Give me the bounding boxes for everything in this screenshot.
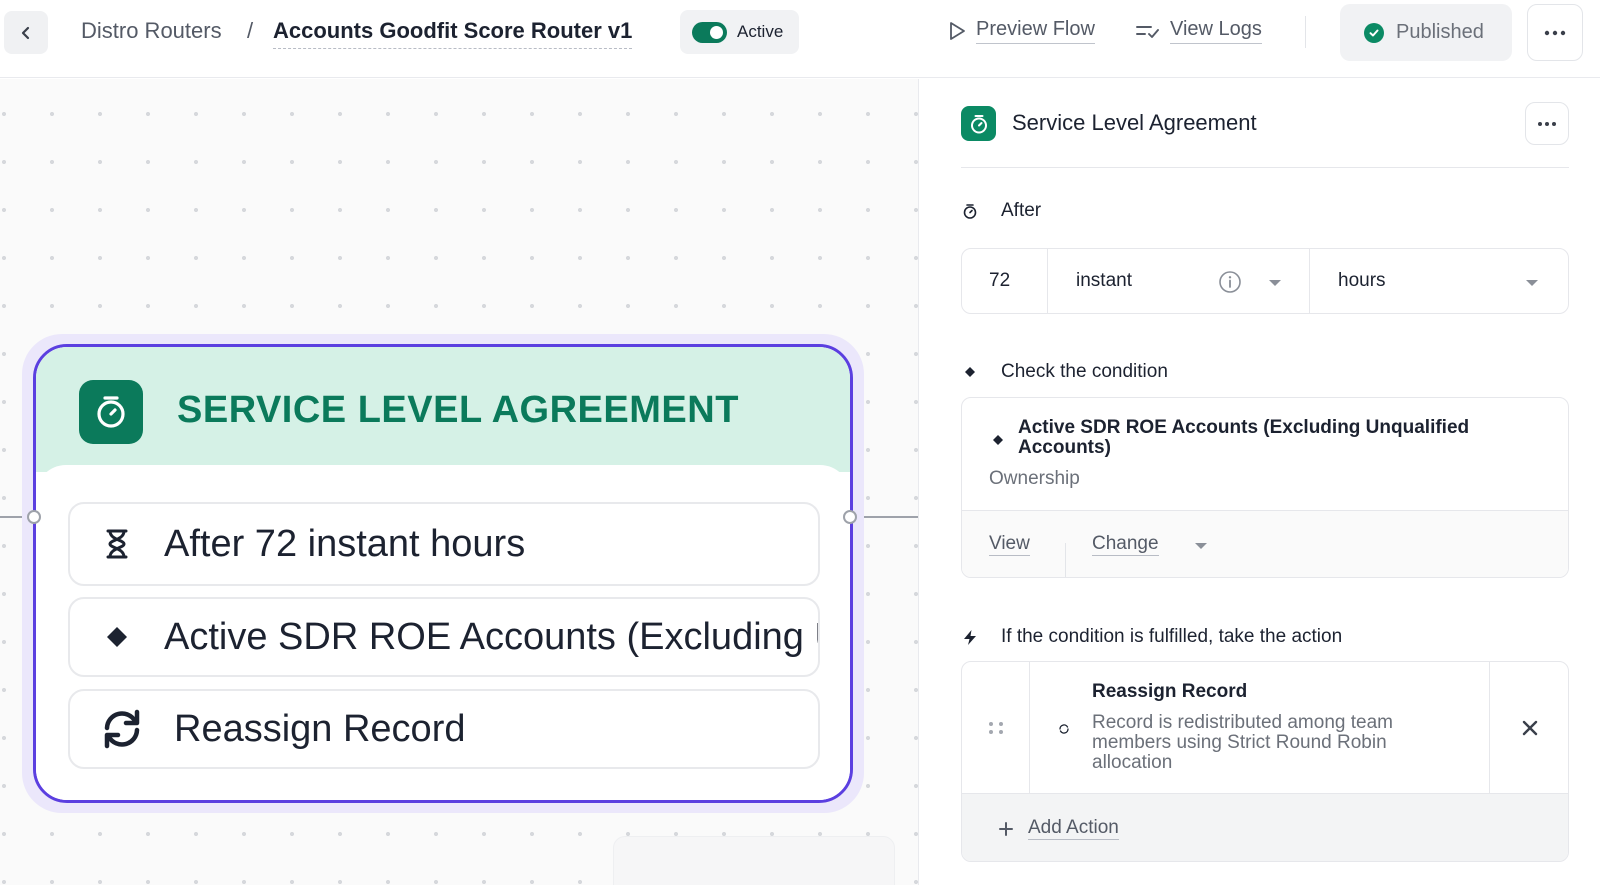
change-condition-button[interactable]: Change — [1092, 533, 1159, 556]
active-toggle[interactable]: Active — [680, 10, 799, 54]
node-header: SERVICE LEVEL AGREEMENT — [36, 347, 850, 472]
action-label: If the condition is fulfilled, take the … — [1001, 626, 1343, 647]
stopwatch-icon — [961, 106, 996, 141]
diamond-icon — [961, 366, 979, 378]
delay-amount-input[interactable]: 72 — [962, 249, 1048, 313]
node-title: SERVICE LEVEL AGREEMENT — [177, 389, 739, 431]
view-condition-button[interactable]: View — [989, 533, 1030, 556]
node-row-delay[interactable]: After 72 instant hours — [68, 502, 820, 586]
preview-flow-button[interactable]: Preview Flow — [948, 18, 1095, 44]
published-button[interactable]: Published — [1340, 4, 1512, 61]
preview-flow-label: Preview Flow — [976, 18, 1095, 44]
panel-divider — [961, 167, 1569, 168]
node-row-text: After 72 instant hours — [164, 522, 526, 565]
condition-label: Check the condition — [1001, 361, 1168, 382]
lightning-icon — [961, 629, 979, 646]
view-logs-button[interactable]: View Logs — [1136, 18, 1262, 44]
more-horizontal-icon — [1538, 121, 1556, 126]
delay-type-value: instant — [1076, 270, 1132, 291]
output-port[interactable] — [843, 510, 857, 524]
close-icon — [1522, 720, 1538, 736]
condition-actions-divider — [1065, 543, 1066, 577]
hourglass-icon — [70, 528, 164, 560]
toolbar-divider — [1305, 16, 1306, 48]
timer-icon — [961, 203, 979, 220]
delay-unit-value: hours — [1338, 270, 1386, 291]
more-options-button[interactable] — [1527, 4, 1583, 61]
refresh-icon — [1059, 724, 1069, 734]
sla-node[interactable]: SERVICE LEVEL AGREEMENT After 72 instant… — [33, 344, 853, 803]
remove-action-button[interactable] — [1490, 662, 1568, 794]
back-button[interactable] — [4, 11, 48, 54]
action-section-label: If the condition is fulfilled, take the … — [961, 626, 1342, 648]
node-row-condition[interactable]: Active SDR ROE Accounts (Excluding Unqua… — [68, 597, 820, 677]
action-card: Reassign Record Record is redistributed … — [961, 661, 1569, 862]
input-port[interactable] — [27, 510, 41, 524]
breadcrumb-parent[interactable]: Distro Routers — [81, 18, 222, 44]
properties-panel: Service Level Agreement After 72 instant… — [918, 79, 1600, 885]
node-row-text: Reassign Record — [174, 707, 466, 750]
diamond-icon — [993, 435, 1003, 445]
panel-more-button[interactable] — [1525, 102, 1569, 145]
list-check-icon — [1136, 26, 1159, 38]
drag-handle-icon[interactable] — [962, 662, 1030, 794]
condition-subtitle: Ownership — [989, 468, 1080, 489]
toggle-switch[interactable] — [692, 21, 727, 43]
breadcrumb-separator: / — [247, 18, 254, 43]
chevron-down-icon[interactable] — [1195, 543, 1207, 549]
play-icon — [950, 22, 965, 40]
check-circle-icon — [1364, 22, 1384, 43]
page-title[interactable]: Accounts Goodfit Score Router v1 — [273, 18, 633, 49]
condition-actions: View Change — [962, 511, 1568, 577]
condition-card: Active SDR ROE Accounts (Excluding Unqua… — [961, 397, 1569, 578]
next-node-card[interactable] — [613, 836, 895, 885]
action-content[interactable]: Reassign Record Record is redistributed … — [1030, 662, 1490, 794]
diamond-icon — [70, 626, 164, 648]
stopwatch-icon — [79, 380, 143, 444]
node-row-action[interactable]: Reassign Record — [68, 689, 820, 769]
node-body: After 72 instant hours Active SDR ROE Ac… — [36, 465, 850, 800]
more-horizontal-icon — [1544, 30, 1566, 35]
condition-name: Active SDR ROE Accounts (Excluding Unqua… — [1018, 417, 1470, 458]
plus-icon — [999, 821, 1013, 836]
delay-input-group: 72 instant hours — [961, 248, 1569, 314]
add-action-label: Add Action — [1028, 817, 1119, 840]
chevron-down-icon — [1526, 280, 1538, 286]
active-label: Active — [737, 22, 784, 41]
top-bar: Distro Routers / Accounts Goodfit Score … — [0, 0, 1600, 78]
add-action-button[interactable]: Add Action — [962, 794, 1568, 861]
refresh-icon — [70, 709, 174, 749]
after-label: After — [1001, 200, 1042, 221]
published-label: Published — [1396, 21, 1484, 43]
condition-details: Active SDR ROE Accounts (Excluding Unqua… — [962, 398, 1568, 511]
info-icon[interactable] — [1218, 270, 1242, 294]
chevron-left-icon — [21, 26, 30, 39]
action-item[interactable]: Reassign Record Record is redistributed … — [962, 662, 1568, 794]
delay-type-select[interactable]: instant — [1048, 249, 1310, 313]
after-section-label: After — [961, 200, 1041, 222]
chevron-down-icon — [1269, 280, 1281, 286]
node-row-text: Active SDR ROE Accounts (Excluding Unqua… — [164, 615, 818, 658]
delay-unit-select[interactable]: hours — [1310, 249, 1568, 313]
view-logs-label: View Logs — [1170, 18, 1262, 44]
panel-title: Service Level Agreement — [1012, 110, 1257, 135]
condition-section-label: Check the condition — [961, 361, 1168, 383]
action-title: Reassign Record — [1092, 681, 1248, 702]
action-description: Record is redistributed among team membe… — [1092, 712, 1393, 773]
